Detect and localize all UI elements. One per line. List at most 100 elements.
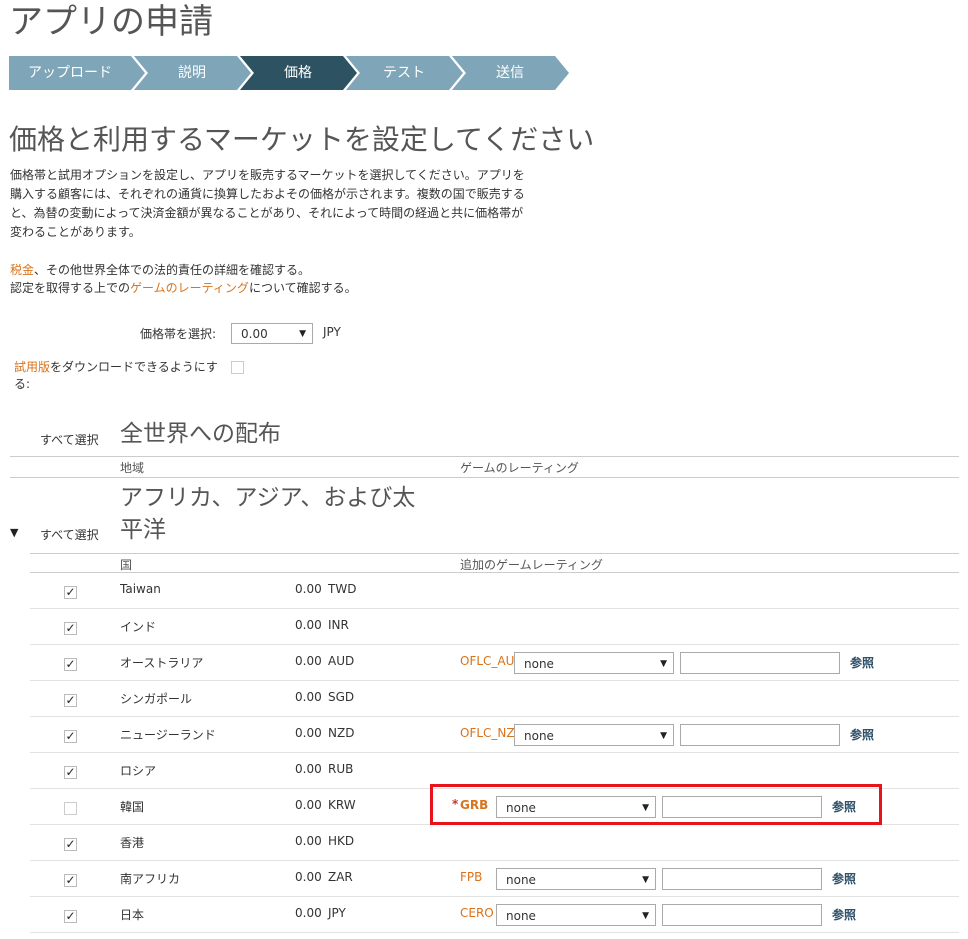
chevron-down-icon: ▼ — [642, 911, 649, 921]
country-name: ニュージーランド — [120, 728, 216, 742]
section-title: 価格と利用するマーケットを設定してください — [9, 123, 595, 156]
chevron-down-icon: ▼ — [642, 875, 649, 885]
rating-post: について確認する。 — [248, 281, 357, 295]
rating-label: CERO — [460, 906, 494, 920]
section-description: 価格帯と試用オプションを設定し、アプリを販売するマーケットを選択してください。ア… — [10, 166, 530, 242]
row-divider — [30, 716, 959, 717]
country-checkbox[interactable]: ✓ — [64, 838, 77, 851]
desc-line: 購入する顧客には、それぞれの通貨に換算したおよその価格が示されます。複数の国で販… — [10, 187, 525, 201]
step-label: アップロード — [28, 65, 112, 81]
divider — [10, 456, 959, 457]
price-currency: JPY — [323, 325, 341, 339]
rating-select[interactable]: none ▼ — [514, 724, 674, 746]
region-title-line1: アフリカ、アジア、および太 — [120, 485, 416, 511]
step-label: テスト — [383, 65, 425, 81]
country-price: 0.00 — [295, 798, 322, 812]
country-checkbox[interactable]: ✓ — [64, 622, 77, 635]
divider — [30, 553, 959, 554]
page-title: アプリの申請 — [9, 2, 213, 42]
country-name: 韓国 — [120, 800, 145, 814]
row-divider — [30, 896, 959, 897]
game-rating-link[interactable]: ゲームのレーティング — [130, 281, 249, 295]
country-name: オーストラリア — [120, 656, 204, 670]
step-description[interactable]: 説明 — [133, 56, 251, 90]
region-title: アフリカ、アジア、および太 平洋 — [120, 482, 415, 546]
step-nav: アップロード 説明 価格 テスト 送信 — [9, 56, 569, 90]
trial-checkbox[interactable] — [231, 361, 244, 374]
country-price: 0.00 — [295, 582, 322, 596]
country-checkbox[interactable] — [64, 802, 77, 815]
col-additional-rating: 追加のゲームレーティング — [460, 558, 603, 572]
rating-certificate-input[interactable] — [662, 868, 822, 890]
trial-label: 試用版をダウンロードできるようにす る: — [14, 359, 224, 393]
region-select-all[interactable]: すべて選択 — [40, 526, 99, 543]
country-currency: KRW — [328, 798, 356, 812]
browse-button[interactable]: 参照 — [850, 726, 874, 743]
trial-link[interactable]: 試用版 — [14, 360, 50, 374]
desc-line: 変わることがあります。 — [10, 225, 141, 239]
step-test[interactable]: テスト — [345, 56, 463, 90]
rating-select[interactable]: none ▼ — [496, 868, 656, 890]
rating-select[interactable]: none ▼ — [514, 652, 674, 674]
country-currency: NZD — [328, 726, 355, 740]
rating-certificate-input[interactable] — [680, 724, 840, 746]
tax-text: 、その他世界全体での法的責任の詳細を確認する。 — [34, 263, 311, 277]
rating-label: FPB — [460, 870, 483, 884]
desc-line: 価格帯と試用オプションを設定し、アプリを販売するマーケットを選択してください。ア… — [10, 168, 525, 182]
country-name: 南アフリカ — [120, 872, 181, 886]
step-upload[interactable]: アップロード — [9, 56, 145, 90]
country-price: 0.00 — [295, 834, 322, 848]
chevron-down-icon: ▼ — [660, 659, 667, 669]
country-checkbox[interactable]: ✓ — [64, 694, 77, 707]
col-game-rating: ゲームのレーティング — [460, 461, 579, 475]
rating-certificate-input[interactable] — [680, 652, 840, 674]
worldwide-title: 全世界への配布 — [120, 421, 281, 447]
col-region: 地域 — [120, 461, 145, 475]
divider — [10, 477, 959, 478]
chevron-down-icon: ▼ — [299, 329, 306, 339]
rating-label: OFLC_AU — [460, 654, 515, 668]
browse-button[interactable]: 参照 — [832, 870, 856, 887]
rating-select-value: none — [524, 657, 554, 671]
country-checkbox[interactable]: ✓ — [64, 766, 77, 779]
country-currency: JPY — [328, 906, 346, 920]
browse-button[interactable]: 参照 — [850, 654, 874, 671]
country-currency: INR — [328, 618, 349, 632]
browse-button[interactable]: 参照 — [832, 906, 856, 923]
worldwide-select-all[interactable]: すべて選択 — [40, 431, 99, 448]
country-checkbox[interactable]: ✓ — [64, 586, 77, 599]
chevron-down-icon: ▼ — [660, 731, 667, 741]
price-tier-value: 0.00 — [241, 327, 268, 341]
country-checkbox[interactable]: ✓ — [64, 730, 77, 743]
country-name: 香港 — [120, 836, 145, 850]
price-tier-select[interactable]: 0.00 ▼ — [231, 323, 313, 344]
country-name: シンガポール — [120, 692, 193, 706]
country-checkbox[interactable]: ✓ — [64, 658, 77, 671]
rating-select[interactable]: none ▼ — [496, 904, 656, 926]
rating-pre: 認定を取得する上での — [10, 281, 131, 295]
country-currency: SGD — [328, 690, 355, 704]
tax-link[interactable]: 税金 — [10, 263, 34, 277]
country-price: 0.00 — [295, 906, 322, 920]
row-divider — [30, 608, 959, 609]
step-label: 説明 — [178, 65, 206, 81]
col-country: 国 — [120, 558, 133, 572]
country-currency: ZAR — [328, 870, 353, 884]
trial-text: をダウンロードできるようにす — [50, 360, 218, 374]
collapse-triangle-icon[interactable]: ▼ — [10, 526, 18, 539]
country-checkbox[interactable]: ✓ — [64, 910, 77, 923]
country-price: 0.00 — [295, 762, 322, 776]
row-divider — [30, 644, 959, 645]
country-price: 0.00 — [295, 726, 322, 740]
rating-select-value: none — [506, 873, 536, 887]
step-submit[interactable]: 送信 — [451, 56, 569, 90]
step-label: 価格 — [284, 65, 312, 81]
country-currency: RUB — [328, 762, 354, 776]
country-currency: AUD — [328, 654, 355, 668]
rating-certificate-input[interactable] — [662, 904, 822, 926]
country-currency: TWD — [328, 582, 357, 596]
country-price: 0.00 — [295, 870, 322, 884]
country-name: ロシア — [120, 764, 157, 778]
step-price[interactable]: 価格 — [239, 56, 357, 90]
country-checkbox[interactable]: ✓ — [64, 874, 77, 887]
